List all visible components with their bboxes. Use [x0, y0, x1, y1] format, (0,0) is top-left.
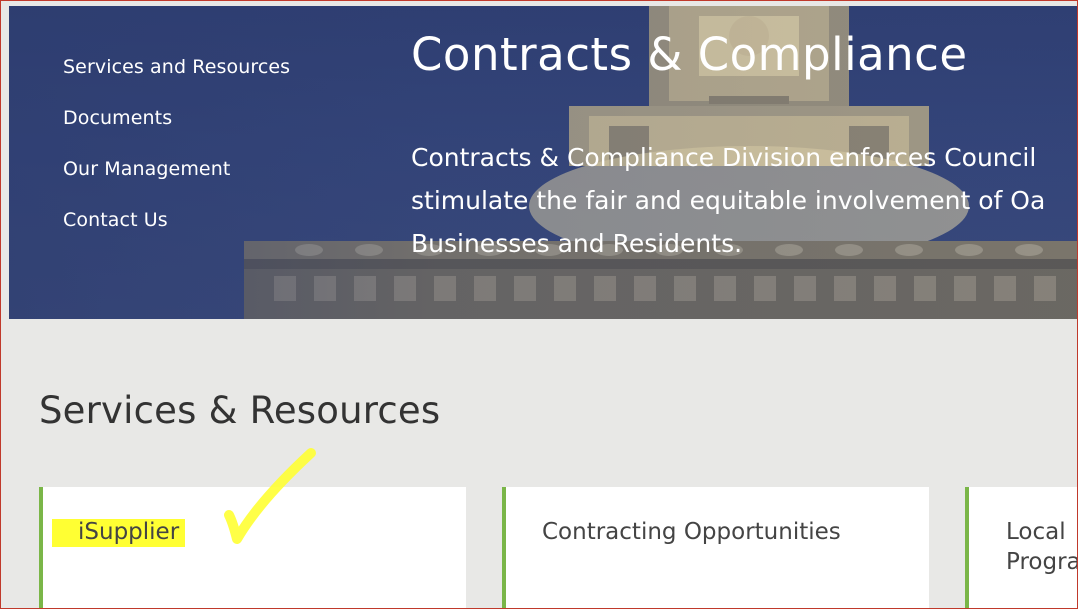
side-nav-item: Services and Resources	[63, 56, 290, 107]
highlighted-text: iSupplier	[52, 519, 186, 547]
nav-link-services-and-resources[interactable]: Services and Resources	[63, 56, 290, 78]
service-card-isupplier[interactable]: iSupplier	[39, 487, 466, 608]
side-nav-item: Contact Us	[63, 209, 290, 260]
nav-link-our-management[interactable]: Our Management	[63, 158, 230, 180]
page-title: Contracts & Compliance	[411, 28, 968, 81]
description-line: Contracts & Compliance Division enforces…	[411, 143, 1037, 172]
hero-banner: Services and Resources Documents Our Man…	[9, 6, 1077, 319]
service-card-local-program[interactable]: Local Progra	[965, 487, 1078, 608]
card-title: iSupplier	[52, 517, 186, 547]
nav-link-documents[interactable]: Documents	[63, 107, 172, 129]
card-title: Local Progra	[1006, 517, 1078, 577]
section-heading: Services & Resources	[39, 389, 441, 432]
service-card-contracting-opportunities[interactable]: Contracting Opportunities	[502, 487, 929, 608]
nav-link-contact-us[interactable]: Contact Us	[63, 209, 168, 231]
side-nav-item: Documents	[63, 107, 290, 158]
description-line: stimulate the fair and equitable involve…	[411, 186, 1046, 215]
side-nav: Services and Resources Documents Our Man…	[63, 56, 290, 260]
card-title-line: Progra	[1006, 549, 1078, 575]
page-description: Contracts & Compliance Division enforces…	[411, 136, 1077, 265]
description-line: Businesses and Residents.	[411, 229, 743, 258]
card-title: Contracting Opportunities	[542, 519, 841, 545]
card-title-line: Local	[1006, 519, 1066, 545]
side-nav-item: Our Management	[63, 158, 290, 209]
browser-frame: Services and Resources Documents Our Man…	[0, 0, 1078, 609]
